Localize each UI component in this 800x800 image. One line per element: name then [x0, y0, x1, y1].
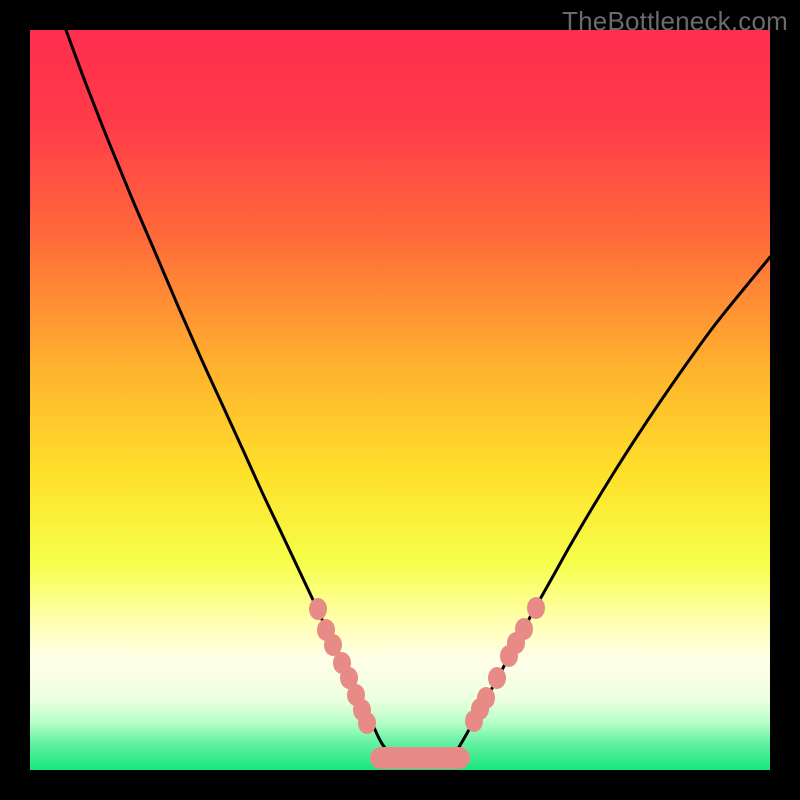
plot-area	[30, 30, 770, 770]
marker-pill	[370, 747, 470, 769]
marker-right-3	[488, 667, 506, 689]
marker-left-7	[358, 712, 376, 734]
marker-right-2	[477, 687, 495, 709]
marker-right-6	[515, 618, 533, 640]
chart-stage: TheBottleneck.com	[0, 0, 800, 800]
marker-right-7	[527, 597, 545, 619]
chart-svg	[30, 30, 770, 770]
gradient-background	[30, 30, 770, 770]
marker-left-0	[309, 598, 327, 620]
